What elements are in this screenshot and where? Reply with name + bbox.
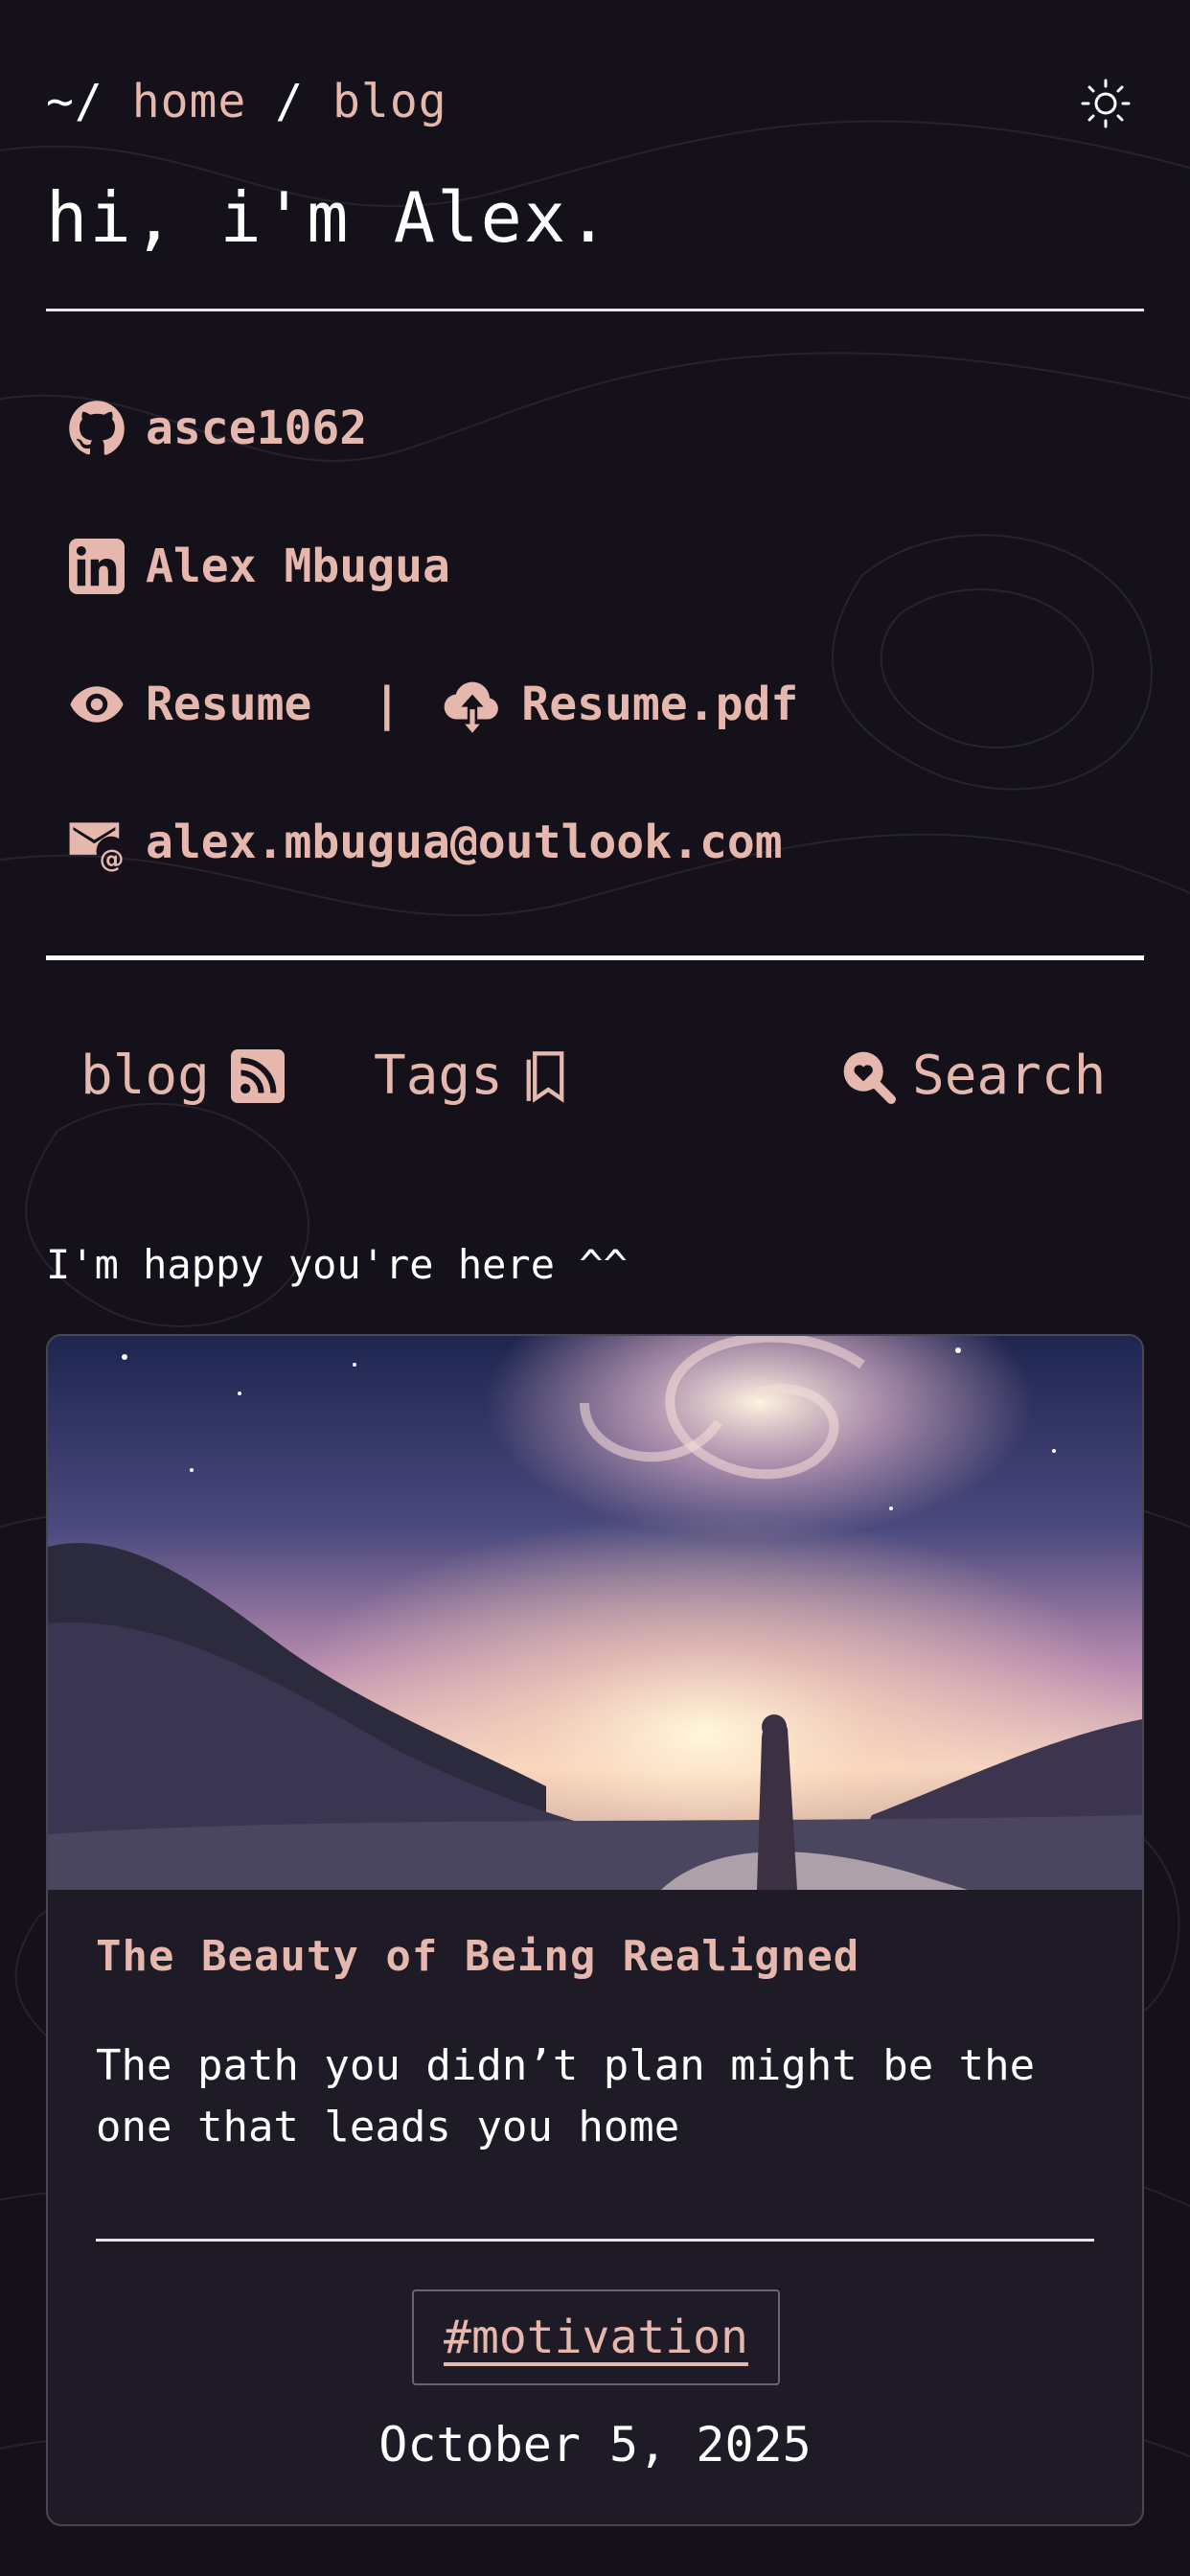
breadcrumb-separator: / xyxy=(275,75,305,128)
search-heart-icon xyxy=(839,1047,897,1105)
resume-row: Resume | Resume.pdf xyxy=(67,675,798,734)
nav-search-label: Search xyxy=(912,1045,1107,1107)
breadcrumb-current[interactable]: blog xyxy=(332,75,447,128)
post-divider xyxy=(96,2239,1094,2242)
post-tag-label: #motivation xyxy=(444,2311,748,2364)
github-link[interactable]: asce1062 xyxy=(67,399,367,458)
rss-icon xyxy=(229,1047,286,1105)
email-icon: @ xyxy=(67,813,126,872)
email-address: alex.mbugua@outlook.com xyxy=(146,816,783,869)
eye-icon xyxy=(67,675,126,734)
cloud-download-icon xyxy=(443,675,502,734)
main-nav: blog Tags Search xyxy=(46,1045,1144,1114)
divider-thick xyxy=(46,955,1144,960)
post-title[interactable]: The Beauty of Being Realigned xyxy=(96,1932,859,1981)
github-icon xyxy=(67,399,126,458)
post-tag[interactable]: #motivation xyxy=(412,2289,780,2385)
github-username: asce1062 xyxy=(146,402,368,455)
nav-search[interactable]: Search xyxy=(839,1045,1106,1107)
linkedin-link[interactable]: Alex Mbugua xyxy=(67,537,450,596)
pipe-separator: | xyxy=(373,678,401,731)
bookmark-icon xyxy=(516,1047,574,1105)
theme-toggle-button[interactable] xyxy=(1079,77,1133,130)
page-title: hi, i'm Alex. xyxy=(46,177,611,258)
divider xyxy=(46,309,1144,311)
linkedin-name: Alex Mbugua xyxy=(146,540,450,593)
sun-icon xyxy=(1081,79,1131,128)
linkedin-icon xyxy=(67,537,126,596)
breadcrumb-root: ~/ xyxy=(46,75,103,128)
breadcrumb: ~/ home / blog xyxy=(46,75,447,128)
nav-blog[interactable]: blog xyxy=(80,1045,286,1107)
tagline: I'm happy you're here ^^ xyxy=(46,1241,628,1288)
resume-link[interactable]: Resume xyxy=(146,678,311,731)
svg-text:@: @ xyxy=(100,845,125,872)
nav-tags[interactable]: Tags xyxy=(374,1045,574,1107)
email-link[interactable]: @ alex.mbugua@outlook.com xyxy=(67,813,783,872)
nav-blog-label: blog xyxy=(80,1045,210,1107)
post-card[interactable]: The Beauty of Being Realigned The path y… xyxy=(46,1334,1144,2526)
resume-pdf-link[interactable]: Resume.pdf xyxy=(521,678,798,731)
post-date: October 5, 2025 xyxy=(378,2417,812,2472)
breadcrumb-home-link[interactable]: home xyxy=(132,75,247,128)
post-cover-image xyxy=(48,1336,1142,1890)
post-description: The path you didn’t plan might be the on… xyxy=(96,2041,1036,2151)
nav-tags-label: Tags xyxy=(374,1045,503,1107)
